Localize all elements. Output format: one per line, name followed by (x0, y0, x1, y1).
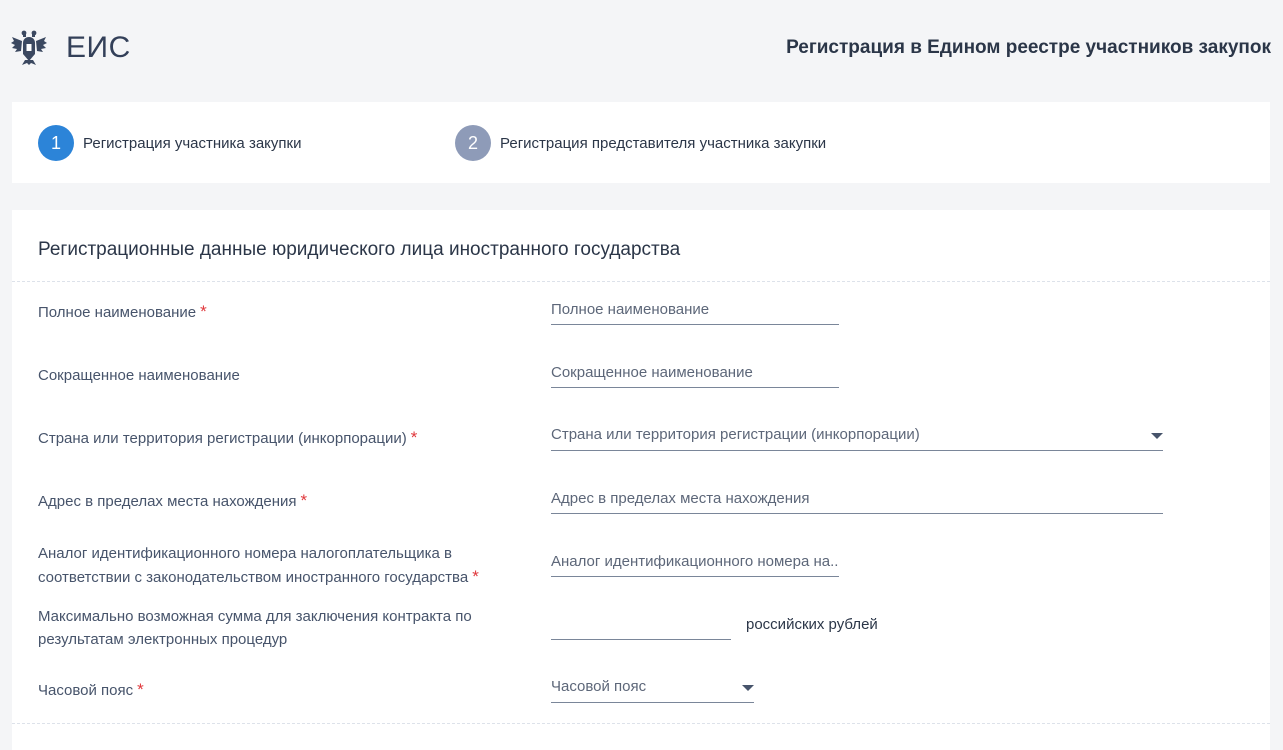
page-heading: Регистрация в Едином реестре участников … (786, 37, 1271, 58)
tax-id-label-line1: Аналог идентификационного номера налогоп… (38, 545, 452, 562)
step-1[interactable]: 1 Регистрация участника закупки (38, 125, 301, 161)
timezone-select[interactable]: Часовой пояс (551, 674, 754, 703)
full-name-label-text: Полное наименование (38, 304, 197, 321)
required-mark: * (410, 428, 418, 447)
tax-id-label-line2: соответствии с законодательством иностра… (38, 569, 469, 586)
tax-id-input[interactable] (551, 548, 839, 574)
short-name-label-text: Сокращенное наименование (38, 367, 240, 384)
country-select-placeholder: Страна или территория регистрации (инкор… (551, 426, 920, 443)
full-name-input[interactable] (551, 296, 839, 322)
step-label-2: Регистрация представителя участника заку… (500, 134, 827, 152)
step-number-2: 2 (455, 125, 491, 161)
header: ЕИС Регистрация в Едином реестре участни… (0, 0, 1283, 100)
required-mark: * (200, 302, 207, 321)
short-name-label: Сокращенное наименование (38, 364, 240, 387)
address-input[interactable] (551, 485, 1163, 511)
required-mark: * (300, 491, 308, 510)
chevron-down-icon[interactable] (742, 685, 754, 691)
registration-form-card: Регистрационные данные юридического лица… (12, 210, 1270, 750)
required-mark: * (472, 567, 479, 586)
country-label-text: Страна или территория регистрации (инкор… (38, 430, 407, 447)
step-number-1: 1 (38, 125, 74, 161)
timezone-select-placeholder: Часовой пояс (551, 678, 647, 695)
timezone-label-text: Часовой пояс (38, 682, 134, 699)
country-select[interactable]: Страна или территория регистрации (инкор… (551, 422, 1163, 451)
address-label-text: Адрес в пределах места нахождения (38, 493, 297, 510)
full-name-label: Полное наименование * (38, 300, 207, 324)
divider (12, 723, 1270, 724)
currency-suffix: российских рублей (746, 616, 878, 633)
max-sum-input[interactable] (551, 611, 731, 637)
address-label: Адрес в пределах места нахождения * (38, 489, 307, 513)
max-sum-label-line1: Максимально возможная сумма для заключен… (38, 608, 472, 625)
eagle-emblem-icon[interactable] (10, 28, 48, 66)
form-title: Регистрационные данные юридического лица… (38, 239, 681, 260)
max-sum-label: Максимально возможная сумма для заключен… (38, 605, 472, 651)
short-name-field[interactable] (551, 359, 839, 388)
chevron-down-icon[interactable] (1151, 433, 1163, 439)
tax-id-label: Аналог идентификационного номера налогоп… (38, 542, 479, 589)
max-sum-label-line2: результатам электронных процедур (38, 631, 288, 648)
tax-id-field[interactable] (551, 548, 839, 577)
registration-stepper: 1 Регистрация участника закупки 2 Регист… (12, 102, 1270, 183)
timezone-label: Часовой пояс * (38, 678, 144, 702)
divider (12, 281, 1270, 282)
full-name-field[interactable] (551, 296, 839, 325)
max-sum-field[interactable] (551, 611, 731, 640)
brand-name[interactable]: ЕИС (66, 31, 131, 65)
step-label-1: Регистрация участника закупки (83, 134, 302, 152)
country-label: Страна или территория регистрации (инкор… (38, 426, 417, 450)
step-2[interactable]: 2 Регистрация представителя участника за… (455, 125, 826, 161)
address-field[interactable] (551, 485, 1163, 514)
short-name-input[interactable] (551, 359, 839, 385)
required-mark: * (137, 680, 144, 699)
